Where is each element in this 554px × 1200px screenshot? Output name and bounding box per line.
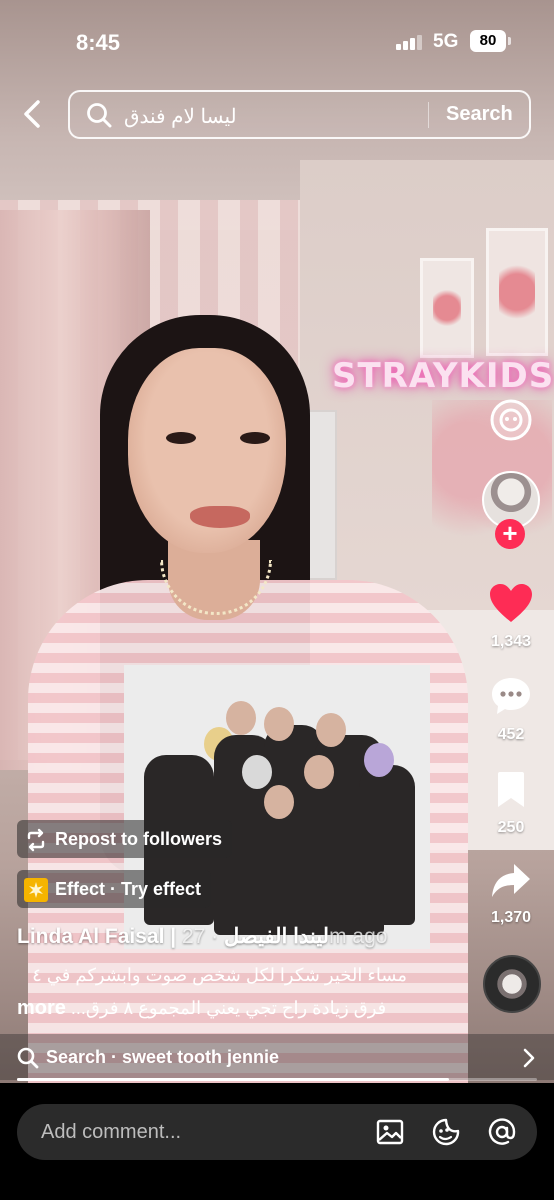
share-arrow-icon	[492, 864, 530, 897]
share-button[interactable]: 1,370	[476, 862, 546, 927]
comment-count: 452	[497, 726, 525, 743]
photo-member-head	[226, 701, 256, 735]
heart-icon	[490, 584, 532, 622]
person-mouth	[190, 506, 250, 528]
back-button[interactable]	[16, 96, 50, 132]
signal-icon	[396, 34, 426, 50]
effect-thumbnail-icon	[24, 877, 48, 902]
caption-line: more فرق زيادة راح تجي يعني المجموع ٨ فر…	[17, 997, 407, 1020]
save-count: 250	[497, 819, 525, 836]
related-search-bar[interactable]: Search · sweet tooth jennie	[0, 1034, 554, 1080]
search-button[interactable]: Search	[446, 103, 513, 126]
search-icon	[17, 1047, 39, 1069]
network-type: 5G	[433, 31, 459, 52]
like-button[interactable]: 1,343	[476, 582, 546, 651]
search-divider	[428, 102, 429, 128]
comment-bar: Add comment...	[0, 1083, 554, 1200]
chevron-right-icon	[523, 1048, 535, 1068]
photo-member-head	[264, 707, 294, 741]
save-button[interactable]: 250	[476, 770, 546, 837]
creator-username[interactable]: Linda Al Faisal | ليندا الفيصل	[17, 925, 329, 948]
video-player[interactable]: STRAYKIDS	[0, 0, 554, 1083]
mention-icon[interactable]	[487, 1117, 517, 1147]
person-eye	[166, 432, 196, 444]
photo-member-head	[316, 713, 346, 747]
comment-button[interactable]: 452	[476, 675, 546, 744]
repost-chip[interactable]: Repost to followers	[17, 820, 233, 858]
emoji-face-icon	[490, 399, 532, 441]
person-eye	[240, 432, 270, 444]
wall-frame	[420, 258, 474, 358]
effect-chip[interactable]: Effect · Try effect	[17, 870, 212, 908]
effect-sticker-button[interactable]	[476, 398, 546, 447]
caption-more-link[interactable]: more	[17, 997, 66, 1019]
bookmark-icon	[498, 772, 524, 807]
wall-frame	[486, 228, 548, 356]
status-time: 8:45	[76, 30, 121, 55]
repost-label: Repost to followers	[55, 829, 223, 849]
chevron-left-icon	[24, 100, 40, 128]
status-bar: 8:45 5G 80	[0, 0, 554, 80]
photo-member-head	[242, 755, 272, 789]
sound-disc[interactable]	[483, 955, 541, 1013]
comment-placeholder: Add comment...	[41, 1121, 182, 1143]
search-input[interactable]: ليسا لام فندق	[124, 104, 237, 129]
video-progress-bar[interactable]	[17, 1078, 537, 1081]
comment-input[interactable]: Add comment...	[17, 1104, 537, 1160]
search-icon	[86, 102, 112, 128]
photo-member	[359, 765, 415, 925]
creator-username-row[interactable]: Linda Al Faisal | ليندا الفيصل · 27m ago	[17, 924, 387, 949]
share-count: 1,370	[490, 909, 532, 926]
repost-icon	[24, 827, 48, 852]
like-count: 1,343	[490, 633, 532, 650]
photo-member-head	[364, 743, 394, 777]
sticker-icon[interactable]	[431, 1117, 461, 1147]
related-search-text: Search · sweet tooth jennie	[46, 1047, 280, 1067]
straykids-sticker: STRAYKIDS	[332, 356, 554, 396]
image-icon[interactable]	[375, 1117, 405, 1147]
comment-icon	[492, 678, 530, 714]
search-bar[interactable]: ليسا لام فندق Search	[68, 90, 531, 139]
battery-icon: 80	[470, 30, 511, 52]
video-progress-fill	[17, 1078, 449, 1081]
photo-member-head	[304, 755, 334, 789]
follow-button[interactable]: +	[495, 519, 525, 549]
effect-label: Effect · Try effect	[55, 879, 202, 899]
photo-member-head	[264, 785, 294, 819]
caption-line: مساء الخير شكرا لكل شخص صوت وابشركم في ٤	[32, 965, 407, 985]
caption-text: فرق زيادة راح تجي يعني المجموع ٨ فرق...	[70, 998, 387, 1018]
